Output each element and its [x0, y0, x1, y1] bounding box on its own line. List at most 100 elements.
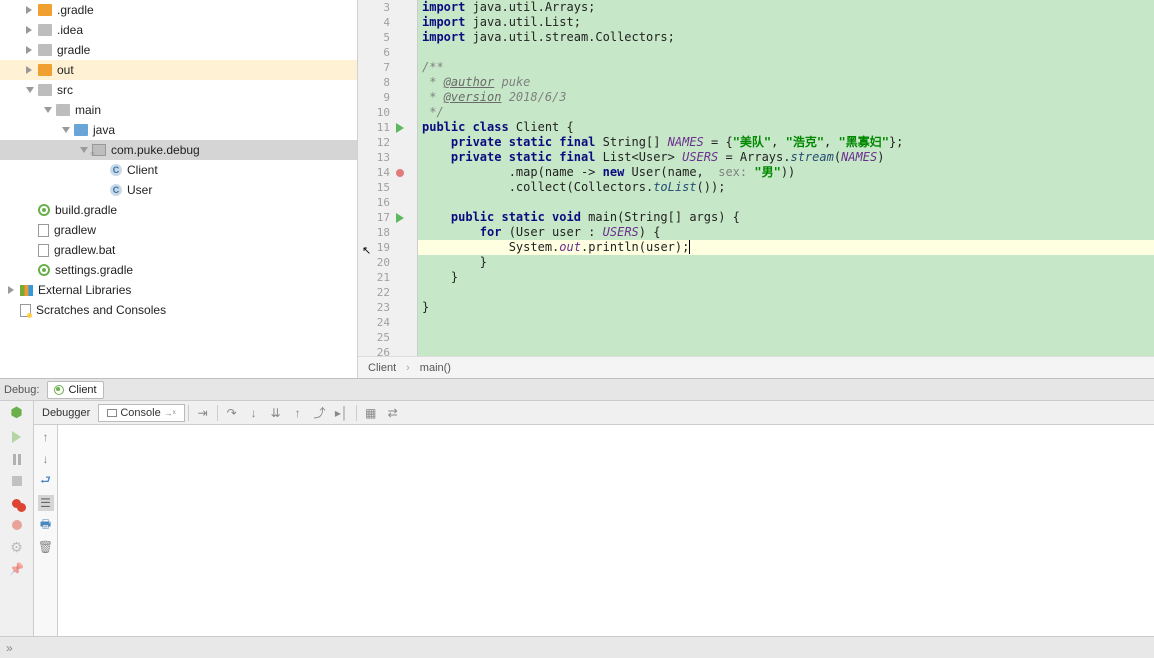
mute-bp-icon[interactable] [9, 517, 25, 533]
tree-label: .gradle [57, 3, 94, 17]
error-gutter-icon[interactable] [396, 169, 404, 177]
filter-icon[interactable]: ☰ [38, 495, 54, 511]
chevron-right-icon[interactable] [26, 46, 34, 54]
chevron-right-icon[interactable] [8, 286, 16, 294]
tree-label: out [57, 63, 74, 77]
tree-label: main [75, 103, 101, 117]
chevron-down-icon[interactable] [26, 87, 34, 95]
status-bar: » [0, 636, 1154, 658]
folder-icon [38, 44, 52, 56]
project-tree[interactable]: .gradle .idea gradle out srcmain java com.puke… [0, 0, 358, 378]
tree-item-gradle[interactable]: gradle [0, 40, 357, 60]
tree-label: settings.gradle [55, 263, 133, 277]
debug-header: Debug: Client [0, 379, 1154, 401]
tree-item-scratches-and-consoles[interactable]: Scratches and Consoles [0, 300, 357, 320]
debug-side-toolbar2: ↑ ↓ ⮐ ☰ 🖶 🗑 [34, 425, 58, 636]
resume-icon[interactable] [9, 429, 25, 445]
tree-item-external-libraries[interactable]: External Libraries [0, 280, 357, 300]
print-icon[interactable]: 🖶 [38, 517, 54, 533]
folder-icon [38, 64, 52, 76]
stop-icon[interactable] [9, 473, 25, 489]
tree-item-java[interactable]: java [0, 120, 357, 140]
console-output[interactable] [58, 425, 1154, 636]
gutter: 3456789101112131415161718192021222324252… [358, 0, 418, 356]
evaluate-icon[interactable]: ▦ [360, 402, 382, 424]
chevron-right-icon[interactable] [26, 6, 34, 14]
chevron-down-icon[interactable] [80, 147, 88, 155]
class-icon: C [110, 164, 122, 176]
chevron-right-icon[interactable] [26, 66, 34, 74]
step-icon[interactable]: ⇥ [192, 402, 214, 424]
up-icon[interactable]: ↑ [38, 429, 54, 445]
tree-item-com-puke-debug[interactable]: com.puke.debug [0, 140, 357, 160]
step-out-icon[interactable]: ↑ [287, 402, 309, 424]
debug-panel: Debug: Client ⬢ Debugger Console →ˣ ⇥ ↷ … [0, 378, 1154, 636]
tree-item--gradle[interactable]: .gradle [0, 0, 357, 20]
breadcrumb-item[interactable]: Client [368, 362, 396, 374]
debug-tab-client[interactable]: Client [47, 381, 103, 399]
chevron-right-icon[interactable] [26, 26, 34, 34]
run-cursor-icon[interactable]: ▸│ [331, 402, 353, 424]
breadcrumb[interactable]: Client › main() [358, 356, 1154, 378]
tree-item-settings-gradle[interactable]: settings.gradle [0, 260, 357, 280]
code-editor[interactable]: 3456789101112131415161718192021222324252… [358, 0, 1154, 378]
wrap-icon[interactable]: ⮐ [38, 473, 54, 489]
tree-item-user[interactable]: C User [0, 180, 357, 200]
file-icon [38, 244, 49, 257]
run-gutter-icon[interactable] [396, 123, 406, 133]
folder-icon [56, 104, 70, 116]
tree-label: User [127, 183, 152, 197]
run-gutter-icon[interactable] [396, 213, 406, 223]
force-step-icon[interactable]: ⇊ [265, 402, 287, 424]
tree-label: gradle [57, 43, 90, 57]
trash-icon[interactable]: 🗑 [38, 539, 54, 555]
step-into-icon[interactable]: ↓ [243, 402, 265, 424]
folder-icon [38, 84, 52, 96]
bug-icon[interactable]: ⬢ [10, 404, 22, 421]
library-icon [20, 285, 33, 296]
code-area[interactable]: import java.util.Arrays; import java.uti… [418, 0, 1154, 356]
file-icon [38, 224, 49, 237]
quick-access-icon[interactable]: » [6, 641, 13, 655]
tree-item-src[interactable]: src [0, 80, 357, 100]
folder-icon [38, 24, 52, 36]
tree-item-build-gradle[interactable]: build.gradle [0, 200, 357, 220]
settings-icon[interactable]: ⚙ [9, 539, 25, 555]
tree-item-gradlew-bat[interactable]: gradlew.bat [0, 240, 357, 260]
tree-label: src [57, 83, 73, 97]
chevron-down-icon[interactable] [62, 127, 70, 135]
chevron-down-icon[interactable] [44, 107, 52, 115]
trace-icon[interactable]: ⇄ [382, 402, 404, 424]
scratch-icon [20, 304, 31, 317]
folder-icon [74, 124, 88, 136]
gradle-icon [38, 264, 50, 276]
tree-label: Client [127, 163, 158, 177]
breadcrumb-item[interactable]: main() [420, 362, 451, 374]
tree-label: .idea [57, 23, 83, 37]
step-over-icon[interactable]: ↷ [221, 402, 243, 424]
class-icon: C [110, 184, 122, 196]
tree-label: Scratches and Consoles [36, 303, 166, 317]
tree-item-gradlew[interactable]: gradlew [0, 220, 357, 240]
tree-label: gradlew.bat [54, 243, 115, 257]
tree-label: com.puke.debug [111, 143, 200, 157]
tree-item--idea[interactable]: .idea [0, 20, 357, 40]
debug-label: Debug: [4, 384, 39, 396]
tree-label: External Libraries [38, 283, 131, 297]
debugger-tab[interactable]: Debugger [34, 405, 98, 421]
tree-item-client[interactable]: C Client [0, 160, 357, 180]
folder-icon [38, 4, 52, 16]
pin-icon[interactable]: 📌 [9, 561, 25, 577]
package-icon [92, 144, 106, 156]
pause-icon[interactable] [9, 451, 25, 467]
drop-frame-icon[interactable]: ⤴ [309, 402, 331, 424]
tree-item-out[interactable]: out [0, 60, 357, 80]
breakpoints-icon[interactable] [9, 495, 25, 511]
debug-side-toolbar: ⚙ 📌 [0, 425, 34, 636]
tree-item-main[interactable]: main [0, 100, 357, 120]
tree-label: gradlew [54, 223, 96, 237]
console-tab[interactable]: Console →ˣ [98, 404, 184, 422]
down-icon[interactable]: ↓ [38, 451, 54, 467]
gradle-icon [38, 204, 50, 216]
tree-label: java [93, 123, 115, 137]
